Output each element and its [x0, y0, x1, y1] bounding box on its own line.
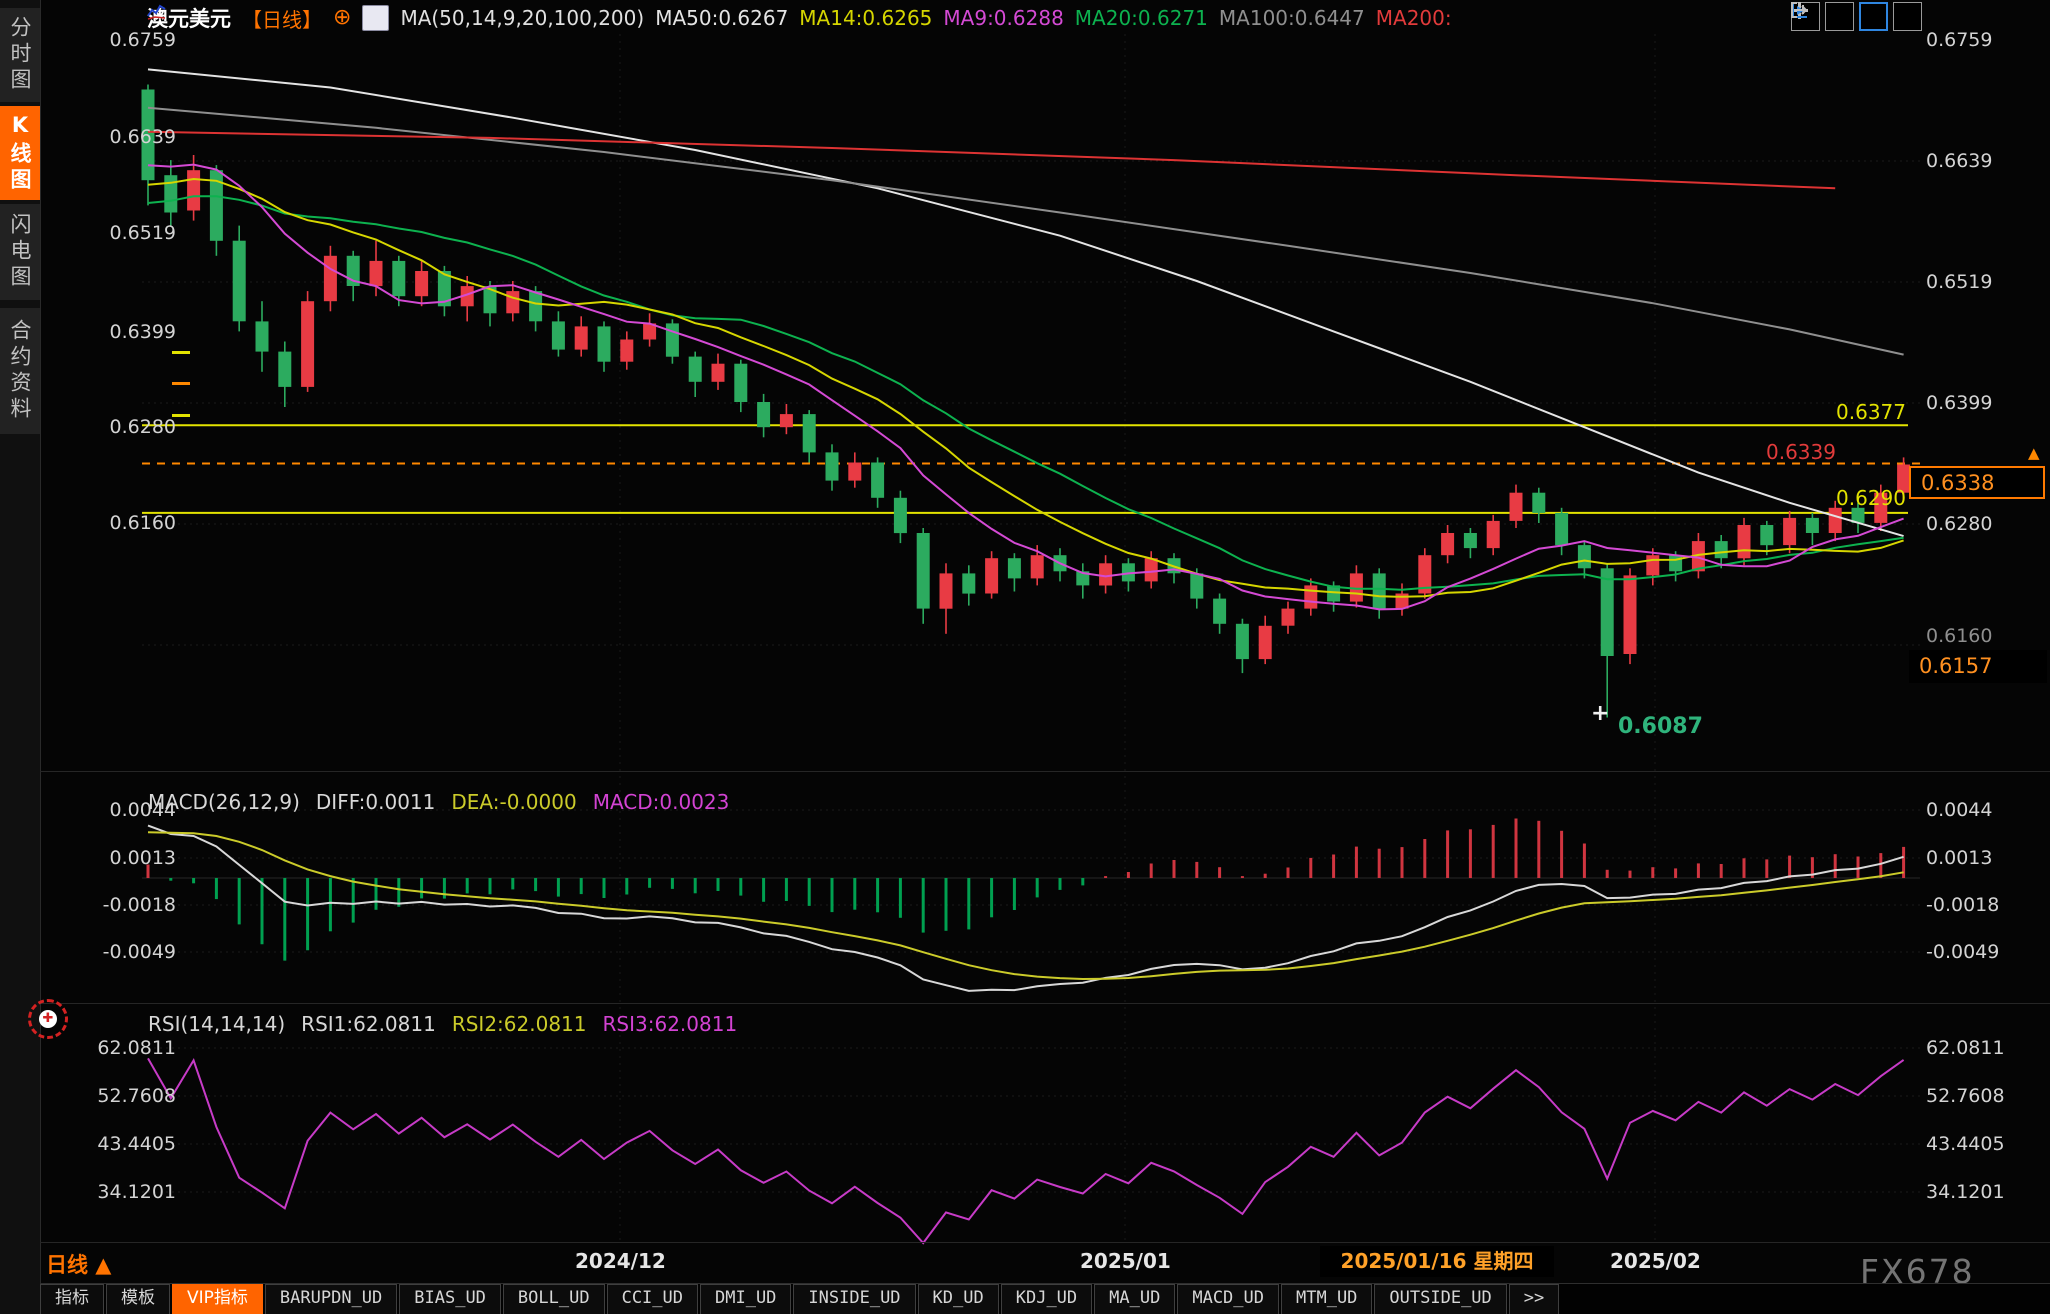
- axis-label: 52.7608: [58, 1084, 176, 1108]
- rsi-header: RSI(14,14,14) RSI1:62.0811 RSI2:62.0811 …: [148, 1012, 737, 1036]
- macd-macd-value: MACD:0.0023: [593, 790, 730, 814]
- macd-diff-value: DIFF:0.0011: [316, 790, 435, 814]
- macd-dea-value: DEA:-0.0000: [451, 790, 576, 814]
- wick-low-cross-icon: +: [1591, 701, 1609, 726]
- period-tag[interactable]: 【日线】: [242, 4, 322, 33]
- axis-label: 62.0811: [58, 1036, 176, 1060]
- selected-date-label: 2025/01/16 星期四: [1320, 1246, 1554, 1277]
- tab-kd-ud[interactable]: KD_UD: [918, 1284, 999, 1314]
- rsi2-value: RSI2:62.0811: [452, 1012, 587, 1036]
- tab-macd-ud[interactable]: MACD_UD: [1177, 1284, 1279, 1314]
- tab-barupdn-ud[interactable]: BARUPDN_UD: [265, 1284, 397, 1314]
- tab-cci-ud[interactable]: CCI_UD: [607, 1284, 698, 1314]
- axis-label: 0.6280: [58, 415, 176, 439]
- axis-label: 0.6759: [58, 28, 176, 52]
- axis-label: 0.0013: [1926, 846, 2046, 870]
- ma200-value: MA200:: [1376, 6, 1452, 30]
- exit-fullscreen-icon[interactable]: [1893, 2, 1922, 31]
- axis-label: 0.6519: [1926, 270, 2046, 294]
- ma14-value: MA14:0.6265: [799, 6, 932, 30]
- axis-label: 0.6160: [1926, 624, 2046, 648]
- x-axis-date: 2025/02: [1610, 1249, 1701, 1273]
- alert-price-label: 0.6339: [1766, 440, 1836, 464]
- axis-label: 0.0013: [58, 846, 176, 870]
- macd-header: MACD(26,12,9) DIFF:0.0011 DEA:-0.0000 MA…: [148, 790, 729, 814]
- rsi-title: RSI(14,14,14): [148, 1012, 285, 1036]
- ma50-value: MA50:0.6267: [655, 6, 788, 30]
- add-circle-icon[interactable]: ⊕: [333, 7, 351, 29]
- ma-settings: MA(50,14,9,20,100,200): [400, 6, 644, 30]
- axis-play-icon[interactable]: [1859, 2, 1888, 31]
- period-selector[interactable]: 日线 ▲: [46, 1249, 111, 1279]
- separator-main-macd: [40, 771, 2050, 772]
- indicator-marker-icon[interactable]: ✚: [28, 999, 68, 1039]
- axis-label: 0.6639: [1926, 149, 2046, 173]
- alert-arrow-icon: ▲: [2028, 446, 2040, 461]
- chart-toolbar-icons: [1791, 2, 1922, 31]
- axis-label: 0.6399: [58, 320, 176, 344]
- rsi3-value: RSI3:62.0811: [603, 1012, 738, 1036]
- axis-label: -0.0018: [1926, 893, 2046, 917]
- tab-bias-ud[interactable]: BIAS_UD: [399, 1284, 501, 1314]
- tab-模板[interactable]: 模板: [106, 1284, 170, 1314]
- tab-boll-ud[interactable]: BOLL_UD: [503, 1284, 605, 1314]
- axis-label: 0.6759: [1926, 28, 2046, 52]
- ma20-value: MA20:0.6271: [1075, 6, 1208, 30]
- tab-vip指标[interactable]: VIP指标: [172, 1284, 263, 1314]
- axis-label: 0.6639: [58, 125, 176, 149]
- axis-label: 62.0811: [1926, 1036, 2046, 1060]
- tab-dmi-ud[interactable]: DMI_UD: [700, 1284, 791, 1314]
- tab-mtm-ud[interactable]: MTM_UD: [1281, 1284, 1372, 1314]
- axis-label: 0.6280: [1926, 512, 2046, 536]
- separator-macd-rsi: [40, 1003, 2050, 1004]
- wick-low-label: 0.6087: [1618, 714, 1703, 739]
- axis-label: -0.0049: [1926, 940, 2046, 964]
- axis-label: 34.1201: [58, 1180, 176, 1204]
- current-price-box: 0.6338: [1909, 466, 2045, 499]
- tab--[interactable]: >>: [1509, 1284, 1559, 1314]
- axis-scale-icon[interactable]: [1825, 2, 1854, 31]
- axis-label: 43.4405: [1926, 1132, 2046, 1156]
- axis-label: 0.6399: [1926, 391, 2046, 415]
- chart-canvas[interactable]: [0, 0, 2050, 1314]
- x-axis-date: 2025/01: [1080, 1249, 1171, 1273]
- x-axis-date: 2024/12: [575, 1249, 666, 1273]
- macd-title: MACD(26,12,9): [148, 790, 300, 814]
- tab-指标[interactable]: 指标: [40, 1284, 104, 1314]
- axis-label: 34.1201: [1926, 1180, 2046, 1204]
- session-low-box: 0.6157: [1909, 650, 2047, 683]
- axis-label: 0.0044: [1926, 798, 2046, 822]
- ma9-value: MA9:0.6288: [943, 6, 1063, 30]
- ma100-value: MA100:0.6447: [1219, 6, 1365, 30]
- tab-outside-ud[interactable]: OUTSIDE_UD: [1374, 1284, 1506, 1314]
- rsi1-value: RSI1:62.0811: [301, 1012, 436, 1036]
- axis-label: 0.6519: [58, 221, 176, 245]
- chart-application: { "header": { "symbol": "澳元美元", "period_…: [0, 0, 2050, 1314]
- tab-kdj-ud[interactable]: KDJ_UD: [1001, 1284, 1092, 1314]
- axis-label: 0.6160: [58, 511, 176, 535]
- axis-label: -0.0049: [58, 940, 176, 964]
- chart-type-icon[interactable]: [362, 5, 389, 31]
- chart-header: 澳元美元 【日线】 ⊕ MA(50,14,9,20,100,200) MA50:…: [147, 4, 1452, 32]
- separator-rsi-bottom: [40, 1242, 2050, 1243]
- axis-label: -0.0018: [58, 893, 176, 917]
- support-price-label: 0.6290: [1806, 486, 1906, 510]
- resistance-price-label: 0.6377: [1806, 400, 1906, 424]
- indicator-tab-bar: 指标模板VIP指标BARUPDN_UDBIAS_UDBOLL_UDCCI_UDD…: [40, 1283, 2050, 1314]
- axis-label: 52.7608: [1926, 1084, 2046, 1108]
- tab-ma-ud[interactable]: MA_UD: [1094, 1284, 1175, 1314]
- tab-inside-ud[interactable]: INSIDE_UD: [793, 1284, 915, 1314]
- axis-label: 43.4405: [58, 1132, 176, 1156]
